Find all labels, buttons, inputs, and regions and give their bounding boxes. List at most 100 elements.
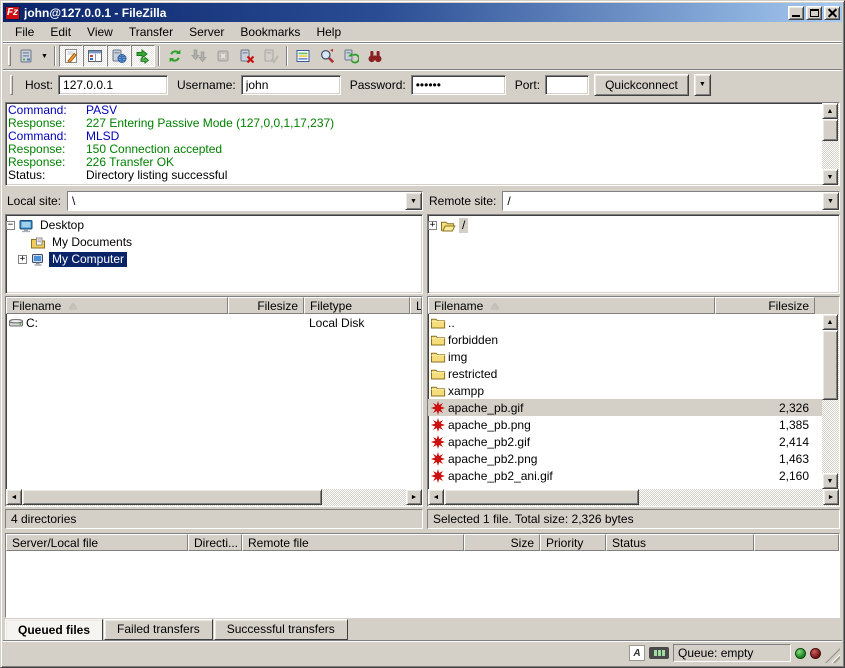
password-input[interactable] [411, 75, 506, 95]
menu-item-transfer[interactable]: Transfer [121, 23, 181, 41]
local-site-dropdown-button[interactable]: ▼ [405, 192, 422, 210]
file-row[interactable]: apache_pb2_ani.gif2,160 [428, 467, 822, 484]
file-row[interactable]: apache_pb.gif2,326 [428, 399, 822, 416]
column-header-label: Filesize [768, 299, 809, 313]
close-button[interactable] [824, 6, 840, 20]
column-header-remote-file[interactable]: Remote file [242, 534, 464, 551]
host-input[interactable] [58, 75, 168, 95]
minimize-button[interactable] [788, 6, 804, 20]
column-header-filename[interactable]: Filename [428, 297, 715, 314]
scroll-down-button[interactable]: ▼ [822, 473, 838, 489]
disconnect-button[interactable] [235, 45, 259, 67]
tree-item-label[interactable]: Desktop [37, 218, 87, 233]
scroll-track[interactable] [822, 141, 839, 169]
column-header-directi-[interactable]: Directi... [188, 534, 242, 551]
menu-item-bookmarks[interactable]: Bookmarks [232, 23, 308, 41]
username-input[interactable] [241, 75, 341, 95]
column-header-filename[interactable]: Filename [6, 297, 228, 314]
scroll-thumb[interactable] [822, 330, 838, 400]
scroll-down-button[interactable]: ▼ [822, 169, 838, 185]
tree-expander-plus[interactable]: + [18, 255, 27, 264]
scroll-thumb[interactable] [444, 489, 639, 505]
site-manager-button[interactable] [14, 45, 38, 67]
scroll-right-button[interactable]: ► [406, 489, 422, 505]
scroll-left-button[interactable]: ◄ [6, 489, 22, 505]
remote-site-input[interactable] [503, 192, 822, 210]
file-row[interactable]: img [428, 348, 822, 365]
scroll-track[interactable] [822, 400, 839, 473]
column-header-l[interactable]: L [410, 297, 422, 314]
tree-item-label[interactable]: / [459, 218, 468, 233]
find-files-button[interactable] [315, 45, 339, 67]
toggle-message-log-button[interactable] [59, 45, 83, 67]
resize-grip[interactable] [825, 648, 840, 663]
menu-item-edit[interactable]: Edit [42, 23, 79, 41]
remote-site-dropdown-button[interactable]: ▼ [822, 192, 839, 210]
quickconnect-button[interactable]: Quickconnect [594, 74, 689, 96]
file-name-cell: restricted [428, 366, 715, 382]
tree-item[interactable]: + My Computer [6, 251, 422, 268]
refresh-button[interactable] [163, 45, 187, 67]
maximize-button[interactable] [806, 6, 822, 20]
file-row[interactable]: apache_pb2.png1,463 [428, 450, 822, 467]
local-site-combo[interactable]: ▼ [67, 191, 423, 211]
synchronized-browsing-button[interactable] [339, 45, 363, 67]
menu-item-view[interactable]: View [79, 23, 121, 41]
tab-successful-transfers[interactable]: Successful transfers [214, 619, 348, 640]
column-header-server-local-file[interactable]: Server/Local file [6, 534, 188, 551]
message-log-scrollbar[interactable]: ▲ ▼ [822, 103, 839, 185]
column-header-size[interactable]: Size [464, 534, 540, 551]
scroll-track[interactable] [639, 489, 823, 506]
menu-item-server[interactable]: Server [181, 23, 232, 41]
quickconnect-dropdown-button[interactable]: ▼ [694, 74, 711, 96]
tree-expander-plus[interactable]: + [428, 221, 437, 230]
process-queue-button[interactable] [187, 45, 211, 67]
remote-site-combo[interactable]: ▼ [502, 191, 840, 211]
tab-queued-files[interactable]: Queued files [5, 619, 103, 641]
menu-item-help[interactable]: Help [308, 23, 349, 41]
file-row[interactable]: restricted [428, 365, 822, 382]
file-row[interactable]: forbidden [428, 331, 822, 348]
tree-expander-minus[interactable]: − [6, 221, 15, 230]
tree-item[interactable]: +/ [428, 217, 839, 234]
reconnect-button[interactable] [259, 45, 283, 67]
scroll-up-button[interactable]: ▲ [822, 314, 838, 330]
speed-limits-indicator-icon[interactable] [649, 647, 669, 659]
scroll-up-button[interactable]: ▲ [822, 103, 838, 119]
tree-item[interactable]: − Desktop [6, 217, 422, 234]
scroll-left-button[interactable]: ◄ [428, 489, 444, 505]
column-header-priority[interactable]: Priority [540, 534, 606, 551]
file-row[interactable]: apache_pb2.gif2,414 [428, 433, 822, 450]
menu-item-file[interactable]: File [7, 23, 42, 41]
filter-button[interactable] [363, 45, 387, 67]
toggle-transfer-queue-button[interactable] [131, 45, 155, 67]
remote-vertical-scrollbar[interactable]: ▲ ▼ [822, 314, 839, 489]
scroll-thumb[interactable] [822, 119, 838, 141]
directory-comparison-button[interactable] [291, 45, 315, 67]
site-manager-dropdown-button[interactable]: ▼ [38, 45, 51, 67]
local-site-input[interactable] [68, 192, 405, 210]
transfer-type-indicator-icon[interactable]: A [629, 645, 645, 661]
scroll-thumb[interactable] [22, 489, 322, 505]
remote-horizontal-scrollbar[interactable]: ◄ ► [428, 489, 839, 506]
column-header-filesize[interactable]: Filesize [715, 297, 815, 314]
file-row[interactable]: .. [428, 314, 822, 331]
column-header-filetype[interactable]: Filetype [304, 297, 410, 314]
tree-item[interactable]: My Documents [6, 234, 422, 251]
tree-item-label[interactable]: My Documents [49, 235, 135, 250]
port-input[interactable] [545, 75, 589, 95]
column-header-status[interactable]: Status [606, 534, 754, 551]
local-horizontal-scrollbar[interactable]: ◄ ► [6, 489, 422, 506]
title-bar[interactable]: Fz john@127.0.0.1 - FileZilla [3, 3, 842, 22]
cancel-operation-button[interactable] [211, 45, 235, 67]
column-header-filesize[interactable]: Filesize [228, 297, 304, 314]
file-row[interactable]: xampp [428, 382, 822, 399]
file-row[interactable]: apache_pb.png1,385 [428, 416, 822, 433]
toggle-local-tree-button[interactable] [83, 45, 107, 67]
tree-item-label[interactable]: My Computer [49, 252, 127, 267]
file-row[interactable]: C:Local Disk [6, 314, 422, 331]
tab-failed-transfers[interactable]: Failed transfers [104, 619, 213, 640]
toggle-remote-tree-button[interactable] [107, 45, 131, 67]
scroll-right-button[interactable]: ► [823, 489, 839, 505]
scroll-track[interactable] [322, 489, 406, 506]
